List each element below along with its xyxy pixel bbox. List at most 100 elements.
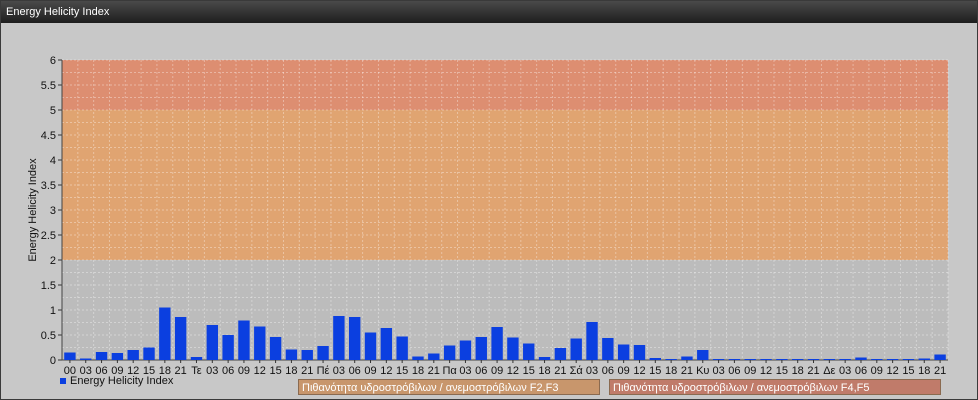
legend: Energy Helicity Index <box>60 375 173 387</box>
x-tick-label: 15 <box>523 365 535 377</box>
x-tick-label: 09 <box>364 365 376 377</box>
bar <box>475 337 487 360</box>
x-tick-label: 12 <box>507 365 519 377</box>
x-tick-label: 03 <box>333 365 345 377</box>
bar <box>728 359 741 360</box>
x-tick-label: 06 <box>855 365 867 377</box>
bar <box>111 353 124 360</box>
bar <box>333 316 345 360</box>
x-tick-label: 15 <box>269 365 281 377</box>
x-tick-label: 09 <box>238 365 250 377</box>
bar <box>95 352 108 360</box>
bar <box>190 357 203 360</box>
bar <box>586 322 598 360</box>
x-tick-label: 21 <box>934 365 946 377</box>
bar <box>349 317 361 360</box>
x-tick-label: 12 <box>887 365 899 377</box>
bar <box>396 336 408 360</box>
x-tick-label: 18 <box>918 365 930 377</box>
x-tick-label: 03 <box>206 365 218 377</box>
bar <box>602 338 614 360</box>
bar <box>507 337 519 360</box>
y-tick-label: 3 <box>50 205 56 217</box>
y-tick-label: 0.5 <box>41 330 56 342</box>
bar <box>80 358 92 360</box>
bar <box>174 317 187 360</box>
x-tick-label: 21 <box>681 365 693 377</box>
legend-label: Energy Helicity Index <box>70 375 174 387</box>
bar <box>712 359 725 360</box>
zone-label-f4f5: Πιθανότητα υδροστρόβιλων / ανεμοστρόβιλω… <box>609 379 941 395</box>
bar <box>902 359 915 360</box>
bar <box>665 359 677 360</box>
bar <box>617 344 630 360</box>
bar <box>159 307 171 360</box>
y-axis-label: Energy Helicity Index <box>27 158 39 262</box>
bar <box>428 353 440 360</box>
bar <box>760 359 772 360</box>
x-tick-label: 15 <box>396 365 408 377</box>
x-tick-label: Δε <box>823 365 835 377</box>
bar <box>776 359 788 360</box>
bar <box>222 335 234 360</box>
y-tick-label: 1.5 <box>41 280 56 292</box>
x-tick-label: 15 <box>776 365 788 377</box>
bar <box>554 348 567 360</box>
bar <box>744 359 756 360</box>
y-tick-label: 5 <box>50 105 56 117</box>
x-tick-label: 03 <box>839 365 851 377</box>
bar <box>143 347 155 360</box>
x-tick-label: 06 <box>222 365 234 377</box>
x-tick-label: 12 <box>254 365 266 377</box>
bar <box>523 343 535 360</box>
y-tick-label: 1 <box>50 305 56 317</box>
x-tick-label: 18 <box>412 365 424 377</box>
bar <box>681 356 693 360</box>
x-tick-label: 06 <box>602 365 614 377</box>
x-tick-label: 12 <box>760 365 772 377</box>
bar <box>886 359 899 360</box>
bar <box>839 359 851 360</box>
x-tick-label: 21 <box>807 365 819 377</box>
x-tick-label: Τε <box>191 365 202 377</box>
window-title: Energy Helicity Index <box>1 1 977 23</box>
bar <box>64 352 76 360</box>
bar <box>633 345 646 360</box>
chart-plot: 0 0.5 1 1.5 2 2.5 3 3.5 4 4.5 5 5.5 6 Energy Helicity… <box>27 55 949 377</box>
x-tick-label: 15 <box>649 365 661 377</box>
bar <box>918 358 930 360</box>
bar <box>269 337 282 360</box>
x-tick-label: 18 <box>285 365 297 377</box>
x-tick-label: 21 <box>428 365 440 377</box>
legend-swatch <box>60 378 66 384</box>
x-tick-label: 06 <box>728 365 740 377</box>
x-tick-label: 18 <box>665 365 677 377</box>
y-tick-label: 3.5 <box>41 180 56 192</box>
y-tick-label: 0 <box>50 355 56 367</box>
x-tick-label: 09 <box>871 365 883 377</box>
bar <box>364 332 377 360</box>
x-tick-label: 03 <box>712 365 724 377</box>
bar <box>697 350 709 360</box>
y-tick-label: 2.5 <box>41 230 56 242</box>
x-tick-label: Σά <box>570 365 584 377</box>
x-tick-label: Κυ <box>696 365 709 377</box>
bar <box>443 345 456 360</box>
bar <box>238 320 250 360</box>
x-tick-label: 03 <box>586 365 598 377</box>
bar <box>301 350 313 360</box>
x-tick-label: 09 <box>744 365 756 377</box>
x-tick-label: 18 <box>792 365 804 377</box>
bar <box>412 356 424 360</box>
x-tick-label: 12 <box>380 365 392 377</box>
x-tick-label: 21 <box>554 365 566 377</box>
bar <box>934 354 946 360</box>
bar <box>649 358 661 360</box>
x-tick-label: 06 <box>475 365 487 377</box>
bar <box>792 359 804 360</box>
x-tick-label: 09 <box>491 365 503 377</box>
bar <box>855 357 867 360</box>
bar <box>206 325 218 360</box>
bar <box>538 357 551 360</box>
bar <box>871 359 883 360</box>
